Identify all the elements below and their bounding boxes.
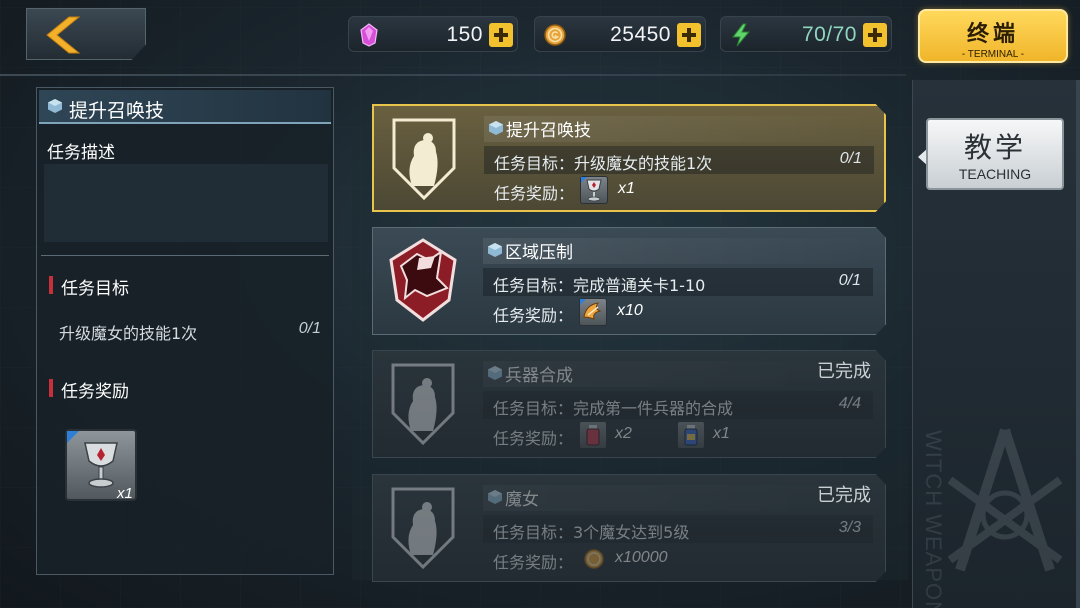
goal-text: 升级魔女的技能1次 (59, 324, 198, 343)
rarity-corner (580, 299, 586, 305)
quest-goal: 任务目标：升级魔女的技能1次 (494, 154, 713, 173)
quest-title: 兵器合成 (505, 366, 573, 386)
quest-progress: 4/4 (838, 395, 861, 412)
divider (0, 74, 906, 76)
reward-chip (579, 421, 607, 449)
quest-title: 区域压制 (505, 243, 573, 263)
quest-goal: 任务目标：3个魔女达到5级 (493, 523, 690, 542)
crystal-counter: 150 (348, 16, 518, 52)
quest-card-upgrade-skill[interactable]: 提升召唤技 任务目标：升级魔女的技能1次 0/1 任务奖励： x1 (372, 104, 886, 212)
reward-qty: x10 (617, 302, 643, 319)
witch-silhouette-icon (392, 118, 456, 201)
quest-title: 魔女 (505, 490, 539, 510)
teaching-label: 教学 (963, 131, 1026, 164)
cube-icon (488, 366, 502, 380)
reward-qty: x2 (615, 425, 632, 442)
exp-potion-red-icon (586, 425, 600, 446)
reward-heading: 任务奖励 (49, 377, 129, 402)
reward-qty: x1 (713, 425, 730, 442)
energy-value: 70/70 (801, 23, 857, 46)
detail-title-bar: 提升召唤技 (39, 90, 331, 124)
quest-title-bar (483, 485, 873, 511)
quest-reward-row: 任务奖励： x10 (483, 298, 873, 326)
add-energy-button[interactable] (863, 23, 887, 47)
divider (1076, 80, 1080, 608)
description-label: 任务描述 (47, 143, 115, 163)
witch-silhouette-icon (391, 363, 455, 446)
crystal-value: 150 (446, 23, 483, 46)
energy-bolt-icon (731, 23, 751, 47)
cube-icon (488, 243, 502, 257)
reward-qty: x1 (618, 180, 635, 197)
quest-reward-label: 任务奖励： (494, 184, 575, 203)
divider (41, 255, 329, 256)
goal-progress: 0/1 (298, 320, 321, 337)
add-crystal-button[interactable] (489, 23, 513, 47)
add-gold-button[interactable] (677, 23, 701, 47)
quest-goal: 任务目标：完成第一件兵器的合成 (493, 399, 734, 418)
cube-icon (488, 490, 502, 504)
reward-qty: x1 (117, 485, 133, 502)
terminal-button[interactable]: 终端 - TERMINAL - (918, 9, 1068, 63)
gold-coin-icon (584, 549, 604, 569)
goal-heading: 任务目标 (49, 274, 129, 299)
quest-goal-row: 任务目标：升级魔女的技能1次 0/1 (484, 146, 874, 174)
compass-emblem-icon (947, 428, 1063, 572)
watermark-text: WITCH WEAPON (921, 430, 946, 608)
gold-value: 25450 (610, 23, 671, 46)
terminal-sublabel: - TERMINAL - (961, 49, 1025, 60)
chevron-left-icon (46, 16, 81, 54)
quest-reward-row: 任务奖励： x2 x1 (483, 421, 873, 449)
gold-counter: 25450 (534, 16, 706, 52)
broken-banner-emblem-icon (389, 238, 457, 322)
cube-icon (48, 99, 62, 113)
quest-reward-row: 任务奖励： x10000 (483, 545, 873, 573)
quest-progress: 3/3 (838, 519, 861, 536)
rarity-corner (67, 431, 79, 443)
quest-progress: 0/1 (838, 272, 861, 289)
back-button[interactable] (26, 8, 146, 60)
reward-chip (580, 176, 608, 204)
quest-card-area-suppression[interactable]: 区域压制 任务目标：完成普通关卡1-10 0/1 任务奖励： x10 (372, 227, 886, 335)
energy-counter: 70/70 (720, 16, 892, 52)
teaching-sublabel: TEACHING (958, 166, 1032, 182)
witch-silhouette-icon (391, 487, 455, 570)
quest-goal-row: 任务目标：完成第一件兵器的合成 4/4 (483, 391, 873, 419)
quest-reward-label: 任务奖励： (493, 553, 574, 572)
description-box (44, 164, 328, 242)
completed-badge: 已完成 (817, 485, 871, 506)
quest-card-weapon-synthesis[interactable]: 兵器合成 任务目标：完成第一件兵器的合成 4/4 任务奖励： x2 x1 已完成 (372, 350, 886, 458)
quest-progress: 0/1 (839, 150, 862, 167)
crystal-icon (360, 23, 378, 47)
gold-coin-icon (544, 24, 566, 46)
rarity-corner (581, 177, 587, 183)
reward-qty: x10000 (615, 549, 668, 566)
exp-potion-blue-icon (684, 425, 698, 446)
cube-icon (489, 121, 503, 135)
goblet-icon (84, 442, 118, 488)
quest-reward-label: 任务奖励： (493, 429, 574, 448)
quest-reward-label: 任务奖励： (493, 306, 574, 325)
reward-chip (579, 298, 607, 326)
reward-chip (677, 421, 705, 449)
quest-goal: 任务目标：完成普通关卡1-10 (493, 276, 706, 295)
quest-title: 提升召唤技 (506, 121, 591, 141)
quest-detail-panel: 提升召唤技 任务描述 任务目标 升级魔女的技能1次 0/1 任务奖励 x1 (36, 87, 334, 575)
detail-title: 提升召唤技 (69, 100, 165, 122)
quest-goal-row: 任务目标：3个魔女达到5级 3/3 (483, 515, 873, 543)
completed-badge: 已完成 (817, 361, 871, 382)
terminal-label: 终端 (966, 22, 1019, 47)
quest-card-witch[interactable]: 魔女 任务目标：3个魔女达到5级 3/3 任务奖励： x10000 已完成 (372, 474, 886, 582)
quest-reward-row: 任务奖励： x1 (484, 176, 874, 204)
teaching-button[interactable]: 教学 TEACHING (926, 118, 1064, 190)
quest-goal-row: 任务目标：完成普通关卡1-10 0/1 (483, 268, 873, 296)
